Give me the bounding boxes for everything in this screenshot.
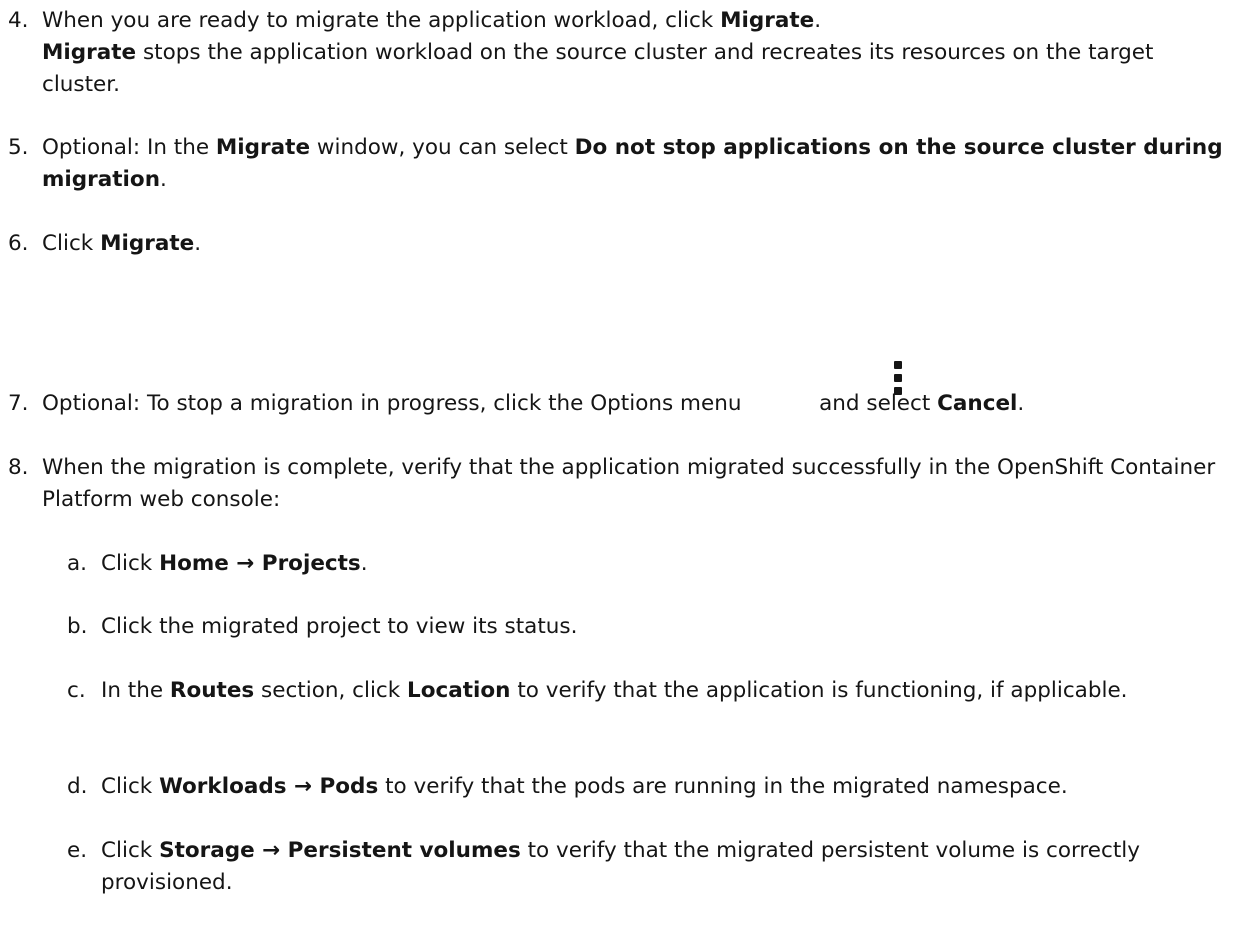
substep-letter: e. [67, 838, 88, 863]
document-page: 4. When you are ready to migrate the app… [0, 0, 1244, 933]
migrate-label: Migrate [720, 8, 815, 33]
step-number: 8. [8, 455, 29, 480]
substep-letter: c. [67, 678, 86, 703]
substep-a: a. Click Home → Projects. [67, 548, 1227, 580]
step-number: 4. [8, 8, 29, 33]
step-4-line-1: When you are ready to migrate the applic… [42, 8, 822, 33]
migrate-label: Migrate [215, 135, 311, 160]
step-number: 7. [8, 391, 29, 416]
substep-letter: b. [67, 614, 88, 639]
workloads-pods-label: Workloads → Pods [159, 774, 379, 799]
kebab-vertical-icon [892, 361, 904, 395]
cancel-label: Cancel [937, 391, 1018, 416]
step-4-line-2: Migrate stops the application workload o… [42, 40, 1154, 97]
step-6: 6. Click Migrate. [8, 228, 1236, 260]
step-4: 4. When you are ready to migrate the app… [8, 5, 1236, 101]
migrate-label: Migrate [42, 40, 137, 65]
substep-b: b. Click the migrated project to view it… [67, 611, 1227, 643]
substep-d: d. Click Workloads → Pods to verify that… [67, 771, 1227, 803]
step-5: 5. Optional: In the Migrate window, you … [8, 132, 1236, 196]
location-label: Location [407, 678, 511, 703]
migrate-label: Migrate [100, 231, 195, 256]
step-number: 5. [8, 135, 29, 160]
substep-letter: a. [67, 551, 88, 576]
substep-c: c. In the Routes section, click Location… [67, 675, 1227, 707]
storage-persistent-volumes-label: Storage → Persistent volumes [159, 838, 521, 863]
routes-label: Routes [169, 678, 255, 703]
home-projects-label: Home → Projects [159, 551, 361, 576]
substep-e: e. Click Storage → Persistent volumes to… [67, 835, 1227, 899]
step-number: 6. [8, 231, 29, 256]
substep-letter: d. [67, 774, 88, 799]
step-8: 8. When the migration is complete, verif… [8, 452, 1236, 516]
step-7: 7. Optional: To stop a migration in prog… [8, 388, 1236, 420]
